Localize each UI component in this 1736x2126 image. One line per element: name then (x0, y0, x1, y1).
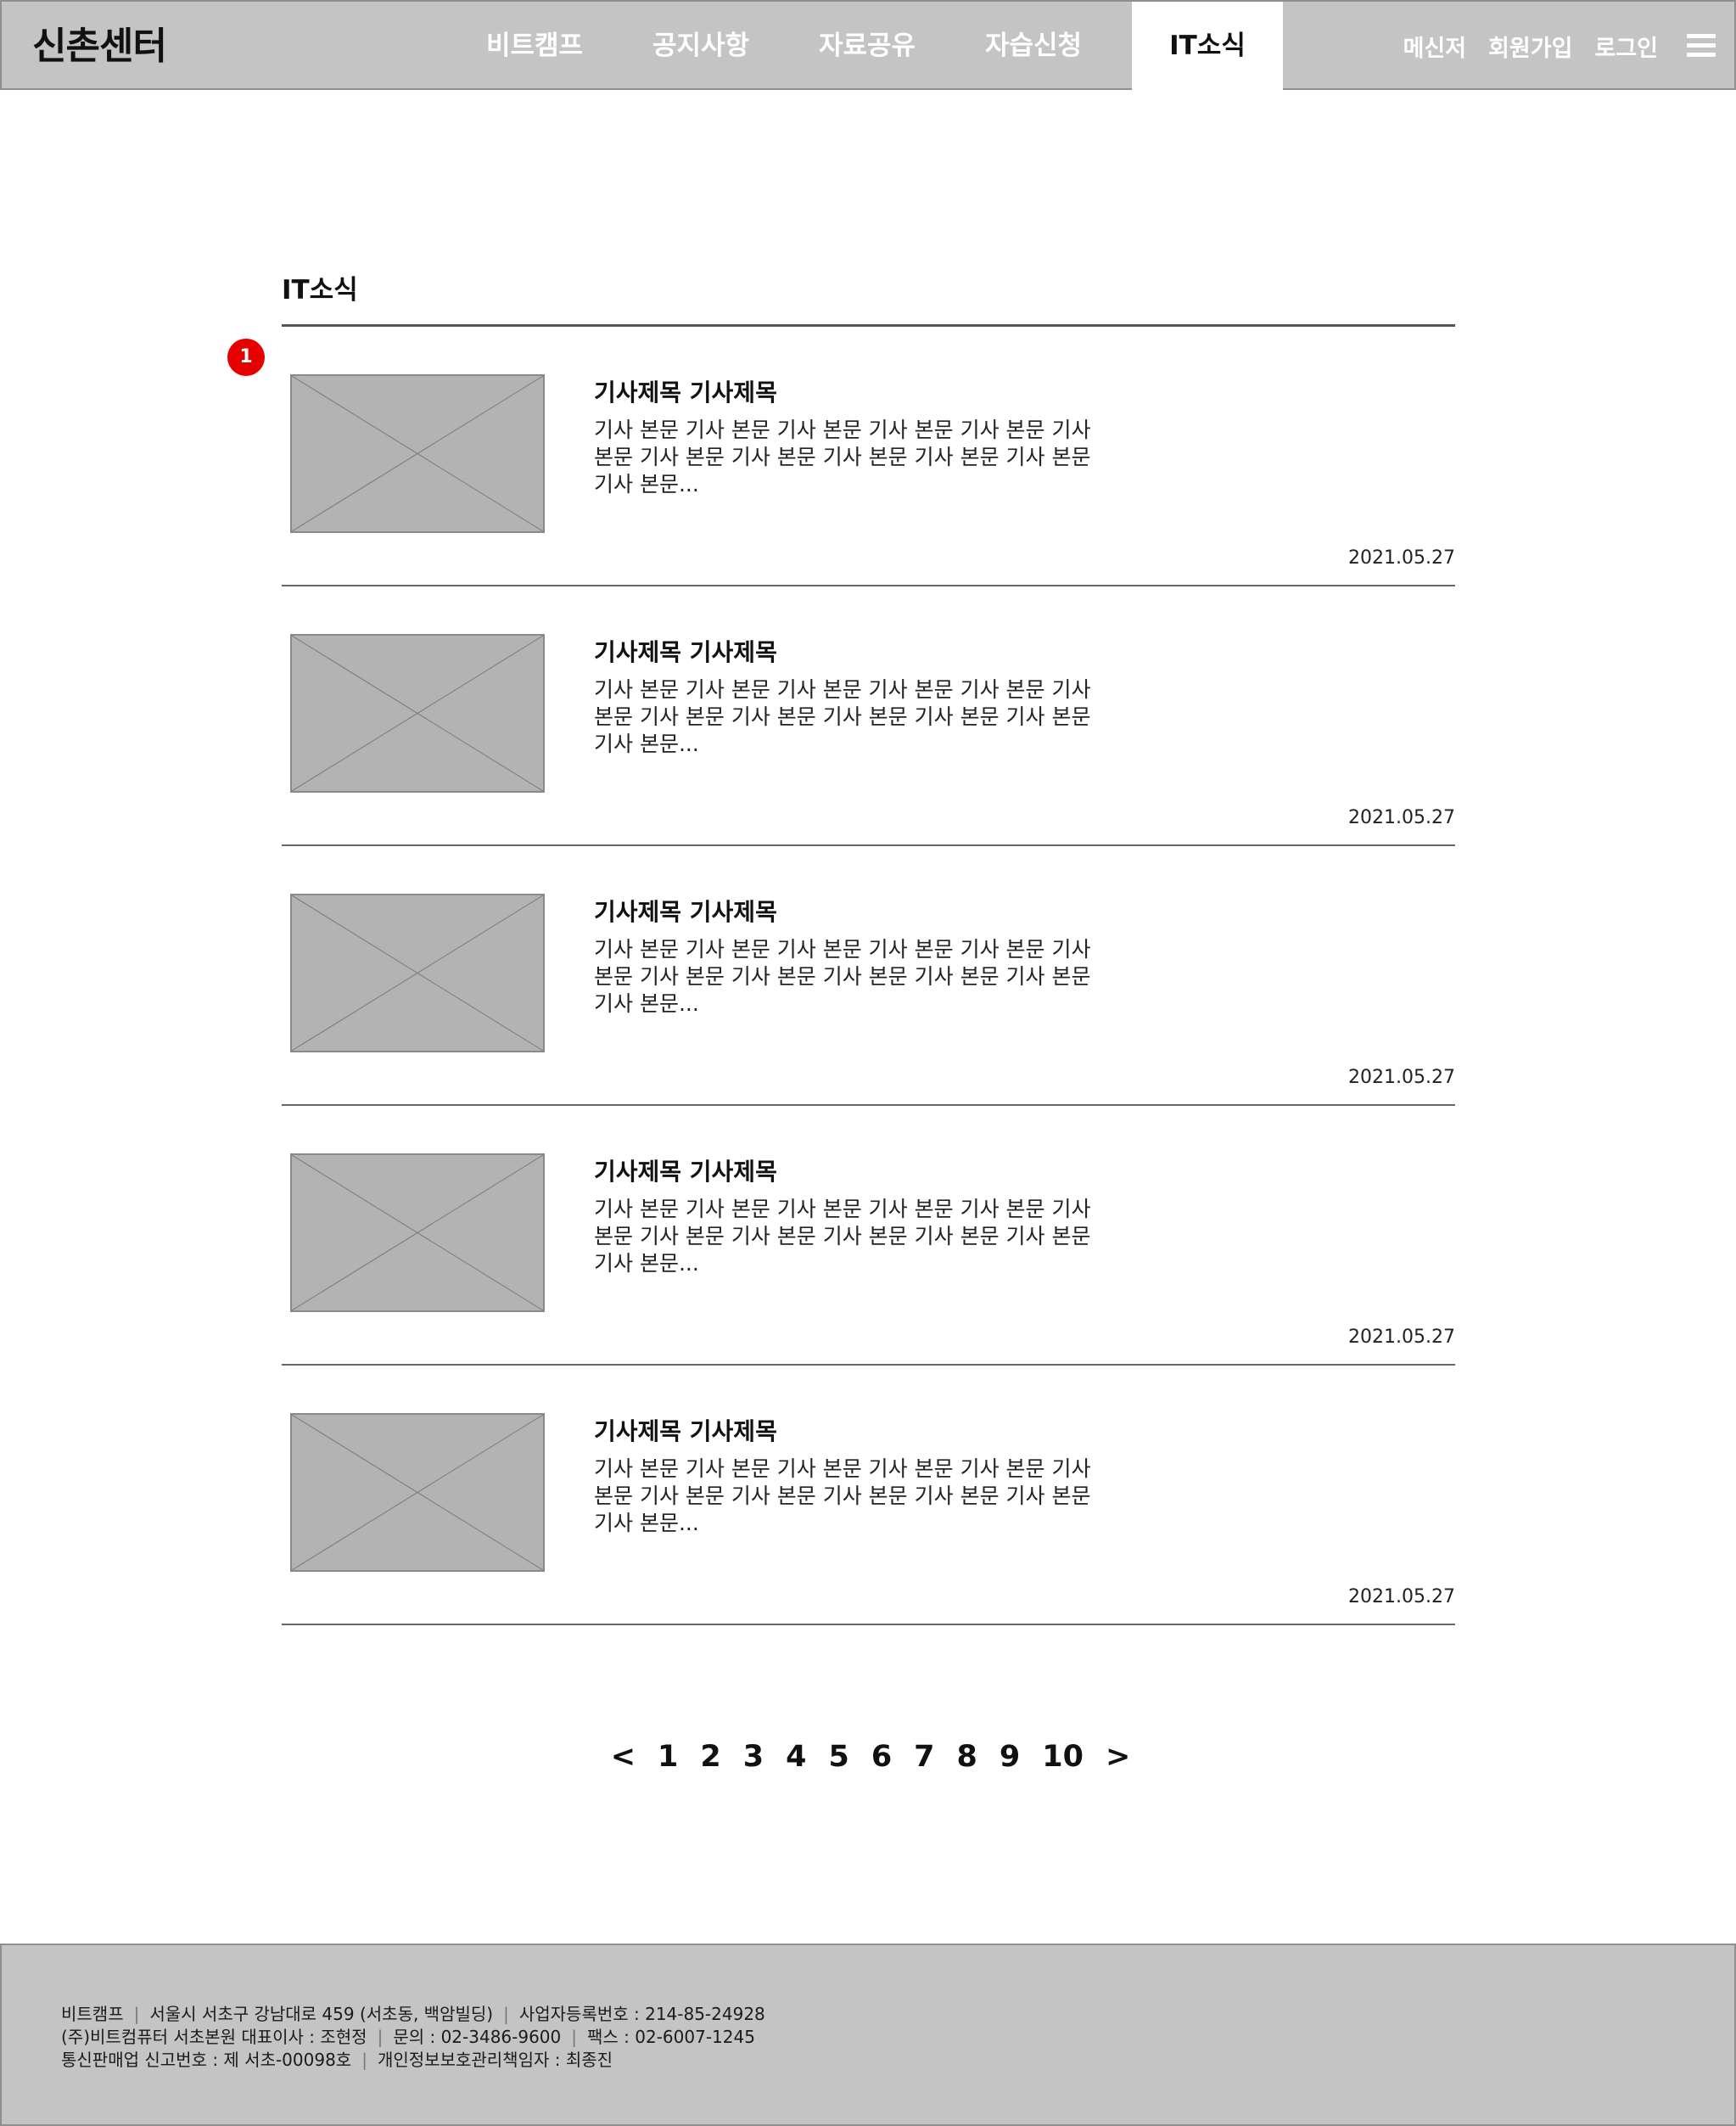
article-item[interactable]: 기사제목 기사제목 기사 본문 기사 본문 기사 본문 기사 본문 기사 본문 … (282, 327, 1455, 586)
pagination: < 1 2 3 4 5 6 7 8 9 10 > (0, 1740, 1736, 1774)
page-title: IT소식 (282, 275, 358, 306)
footer-fax: 팩스 : 02-6007-1245 (587, 2027, 755, 2047)
page-link-1[interactable]: 1 (658, 1740, 678, 1774)
article-title[interactable]: 기사제목 기사제목 (594, 894, 777, 928)
page-link-8[interactable]: 8 (957, 1740, 977, 1774)
article-thumbnail-image[interactable] (290, 634, 545, 793)
article-title[interactable]: 기사제목 기사제목 (594, 634, 777, 668)
article-excerpt: 기사 본문 기사 본문 기사 본문 기사 본문 기사 본문 기사 본문 기사 본… (594, 1456, 1091, 1535)
footer-separator: | (503, 2004, 509, 2024)
article-excerpt: 기사 본문 기사 본문 기사 본문 기사 본문 기사 본문 기사 본문 기사 본… (594, 937, 1091, 1016)
footer-privacy-officer: 개인정보보호관리책임자 : 최종진 (377, 2050, 613, 2070)
article-thumbnail-image[interactable] (290, 374, 545, 533)
article-date: 2021.05.27 (1348, 1586, 1455, 1607)
nav-item-bitcamp[interactable]: 비트캠프 (451, 2, 618, 90)
footer-phone: 문의 : 02-3486-9600 (393, 2027, 562, 2047)
article-item[interactable]: 기사제목 기사제목 기사 본문 기사 본문 기사 본문 기사 본문 기사 본문 … (282, 846, 1455, 1106)
article-excerpt: 기사 본문 기사 본문 기사 본문 기사 본문 기사 본문 기사 본문 기사 본… (594, 1197, 1091, 1276)
footer-line-1: 비트캠프 | 서울시 서초구 강남대로 459 (서초동, 백암빌딩) | 사업자등록번… (61, 2003, 765, 2026)
footer-separator: | (571, 2027, 578, 2047)
article-title[interactable]: 기사제목 기사제목 (594, 1153, 777, 1187)
footer-company: 비트캠프 (61, 2004, 124, 2024)
utility-links: 메신저 회원가입 로그인 (1403, 2, 1658, 90)
page-link-10[interactable]: 10 (1042, 1740, 1084, 1774)
article-item[interactable]: 기사제목 기사제목 기사 본문 기사 본문 기사 본문 기사 본문 기사 본문 … (282, 1106, 1455, 1366)
hamburger-menu-icon[interactable] (1687, 34, 1716, 58)
messenger-link[interactable]: 메신저 (1403, 30, 1467, 63)
nav-item-notice[interactable]: 공지사항 (618, 2, 784, 90)
footer-ceo: (주)비트컴퓨터 서초본원 대표이사 : 조현정 (61, 2027, 367, 2047)
footer-business-number: 사업자등록번호 : 214-85-24928 (518, 2004, 765, 2024)
page-link-3[interactable]: 3 (743, 1740, 764, 1774)
article-date: 2021.05.27 (1348, 807, 1455, 828)
footer-line-2: (주)비트컴퓨터 서초본원 대표이사 : 조현정 | 문의 : 02-3486-96… (61, 2026, 765, 2049)
nav-item-it-news[interactable]: IT소식 (1132, 2, 1283, 90)
article-title[interactable]: 기사제목 기사제목 (594, 1413, 777, 1447)
footer-line-3: 통신판매업 신고번호 : 제 서초-00098호 | 개인정보보호관리책임자 : 최… (61, 2049, 765, 2072)
page-link-7[interactable]: 7 (914, 1740, 934, 1774)
site-footer: 비트캠프 | 서울시 서초구 강남대로 459 (서초동, 백암빌딩) | 사업자등록번… (0, 1944, 1736, 2126)
footer-address: 서울시 서초구 강남대로 459 (서초동, 백암빌딩) (149, 2004, 494, 2024)
login-link[interactable]: 로그인 (1594, 30, 1658, 63)
article-item[interactable]: 기사제목 기사제목 기사 본문 기사 본문 기사 본문 기사 본문 기사 본문 … (282, 1366, 1455, 1625)
page-link-4[interactable]: 4 (786, 1740, 806, 1774)
page-link-2[interactable]: 2 (700, 1740, 720, 1774)
footer-mail-order-number: 통신판매업 신고번호 : 제 서초-00098호 (61, 2050, 352, 2070)
annotation-badge: 1 (227, 339, 265, 376)
article-title[interactable]: 기사제목 기사제목 (594, 374, 777, 408)
footer-separator: | (361, 2050, 367, 2070)
article-thumbnail-image[interactable] (290, 894, 545, 1052)
main-nav: 비트캠프 공지사항 자료공유 자습신청 IT소식 (451, 2, 1283, 90)
article-excerpt: 기사 본문 기사 본문 기사 본문 기사 본문 기사 본문 기사 본문 기사 본… (594, 418, 1091, 496)
article-thumbnail-image[interactable] (290, 1153, 545, 1312)
page-link-5[interactable]: 5 (828, 1740, 848, 1774)
article-date: 2021.05.27 (1348, 1067, 1455, 1088)
article-date: 2021.05.27 (1348, 1327, 1455, 1348)
article-excerpt: 기사 본문 기사 본문 기사 본문 기사 본문 기사 본문 기사 본문 기사 본… (594, 677, 1091, 756)
signup-link[interactable]: 회원가입 (1488, 30, 1572, 63)
article-date: 2021.05.27 (1348, 547, 1455, 569)
article-list: 기사제목 기사제목 기사 본문 기사 본문 기사 본문 기사 본문 기사 본문 … (282, 327, 1455, 1625)
nav-item-self-study[interactable]: 자습신청 (950, 2, 1117, 90)
site-header: 신촌센터 비트캠프 공지사항 자료공유 자습신청 IT소식 메신저 회원가입 로… (0, 0, 1736, 90)
nav-item-resources[interactable]: 자료공유 (784, 2, 950, 90)
next-page-button[interactable]: > (1106, 1740, 1130, 1774)
page-link-6[interactable]: 6 (871, 1740, 892, 1774)
site-logo[interactable]: 신촌센터 (32, 2, 167, 92)
article-thumbnail-image[interactable] (290, 1413, 545, 1572)
article-item[interactable]: 기사제목 기사제목 기사 본문 기사 본문 기사 본문 기사 본문 기사 본문 … (282, 586, 1455, 846)
footer-separator: | (377, 2027, 384, 2047)
page-link-9[interactable]: 9 (1000, 1740, 1020, 1774)
footer-info: 비트캠프 | 서울시 서초구 강남대로 459 (서초동, 백암빌딩) | 사업자등록번… (61, 2003, 765, 2072)
footer-separator: | (133, 2004, 140, 2024)
prev-page-button[interactable]: < (611, 1740, 636, 1774)
